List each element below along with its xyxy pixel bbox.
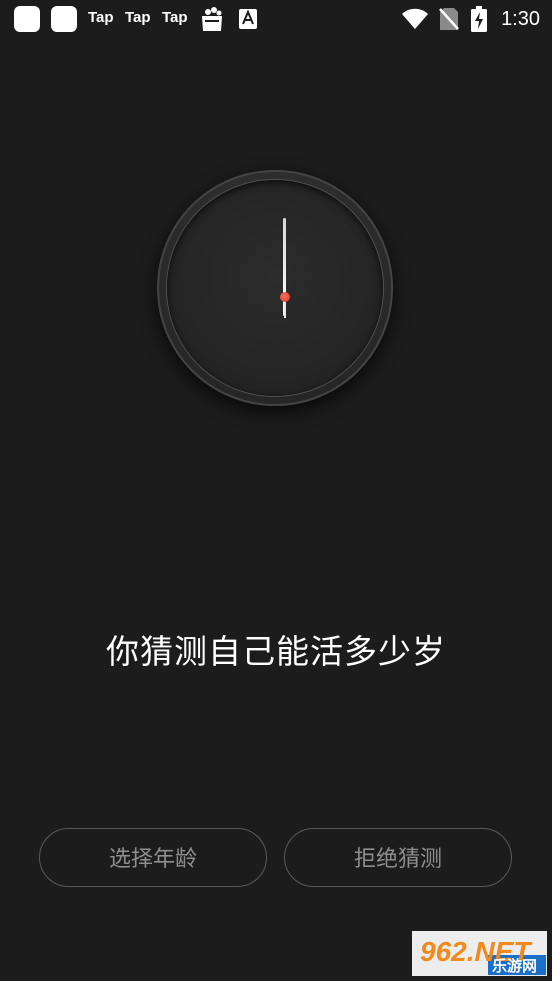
battery-charging-icon xyxy=(471,6,487,32)
app-square-icon xyxy=(14,6,40,32)
watermark-site-text: 乐游网 xyxy=(492,957,537,975)
store-bag-icon xyxy=(202,7,222,31)
no-sim-icon xyxy=(439,8,459,30)
wifi-icon xyxy=(402,8,428,29)
tap-icon: Tap xyxy=(88,9,114,26)
tap-icon: Tap xyxy=(125,9,151,26)
status-time: 1:30 xyxy=(501,8,540,30)
clock-face xyxy=(167,180,383,396)
status-bar: Tap Tap Tap 1:30 xyxy=(0,0,552,38)
font-a-icon xyxy=(239,9,257,29)
app-square-icon xyxy=(51,6,77,32)
clock-dial xyxy=(157,170,393,406)
app-screen: Tap Tap Tap 1:30 你猜测自己能活多少岁 选择年龄 拒绝猜测 96… xyxy=(0,0,552,981)
age-question-text: 你猜测自己能活多少岁 xyxy=(106,632,446,671)
site-watermark: 962.NET 乐游网 xyxy=(412,931,547,976)
clock-center-dot xyxy=(280,292,290,302)
site-logo-icon: 962.NET 乐游网 xyxy=(412,931,547,976)
tap-icon: Tap xyxy=(162,9,188,26)
refuse-guess-button[interactable]: 拒绝猜测 xyxy=(284,828,512,887)
choose-age-button[interactable]: 选择年龄 xyxy=(39,828,267,887)
